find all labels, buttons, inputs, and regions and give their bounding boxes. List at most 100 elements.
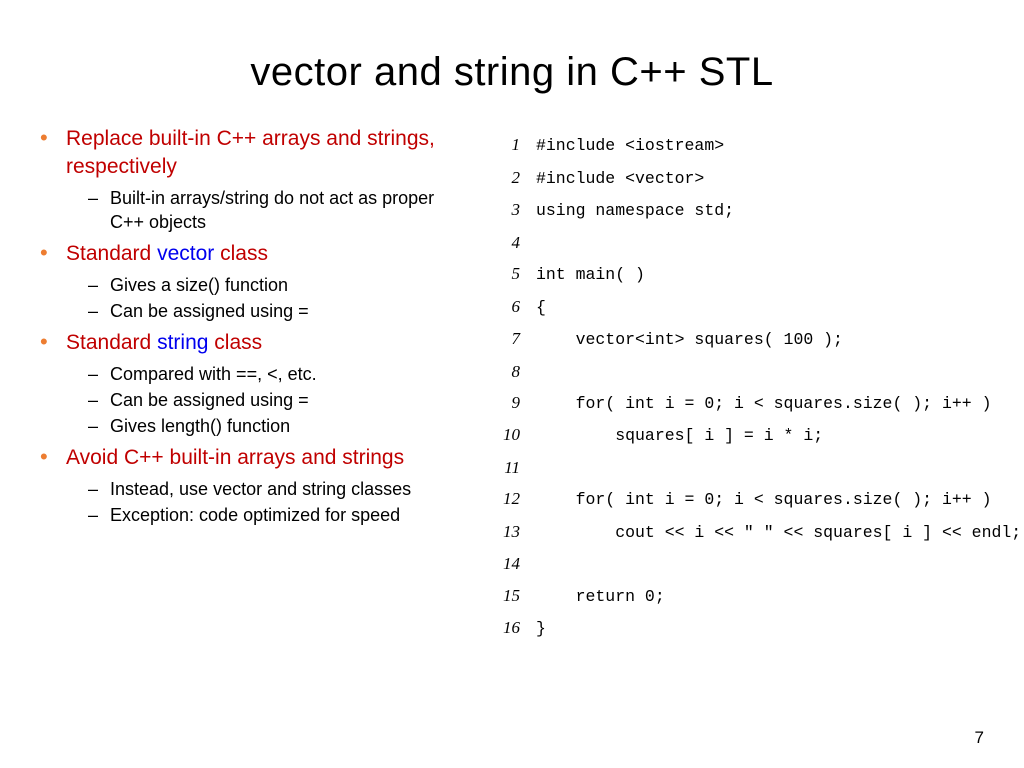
- code-line: 10 squares[ i ] = i * i;: [490, 419, 1021, 452]
- bullet-segment: Standard: [66, 242, 157, 265]
- line-number: 10: [490, 419, 520, 450]
- bullet-segment: string: [157, 331, 208, 354]
- code-text: vector<int> squares( 100 );: [536, 325, 843, 356]
- dash-marker-icon: –: [88, 388, 110, 412]
- code-text: for( int i = 0; i < squares.size( ); i++…: [536, 389, 991, 420]
- code-text: {: [536, 293, 546, 324]
- code-line: 15 return 0;: [490, 580, 1021, 613]
- sub-bullet-item: –Can be assigned using =: [88, 388, 470, 412]
- bullet-label: Avoid C++ built-in arrays and strings: [66, 444, 404, 472]
- bullet-item: •Avoid C++ built-in arrays and strings –I…: [40, 444, 470, 527]
- code-text: using namespace std;: [536, 196, 734, 227]
- line-number: 6: [490, 291, 520, 322]
- line-number: 3: [490, 194, 520, 225]
- line-number: 2: [490, 162, 520, 193]
- bullet-label: Standard vector class: [66, 240, 268, 268]
- bullet-item: •Standard vector class –Gives a size() fu…: [40, 240, 470, 323]
- code-line: 13 cout << i << " " << squares[ i ] << e…: [490, 516, 1021, 549]
- code-line: 1 #include <iostream>: [490, 129, 1021, 162]
- dash-marker-icon: –: [88, 414, 110, 438]
- bullet-list: •Replace built-in C++ arrays and strings…: [40, 125, 470, 527]
- sub-bullet-item: –Instead, use vector and string classes: [88, 477, 470, 501]
- sub-bullet-label: Compared with ==, <, etc.: [110, 362, 317, 386]
- code-line: 5int main( ): [490, 258, 1021, 291]
- line-number: 13: [490, 516, 520, 547]
- bullet-segment: Replace built-in C++ arrays and strings,…: [66, 127, 435, 178]
- bullet-label: Standard string class: [66, 329, 262, 357]
- line-number: 14: [490, 548, 520, 579]
- bullet-row: •Replace built-in C++ arrays and strings…: [40, 125, 470, 182]
- bullet-row: •Standard string class: [40, 329, 470, 357]
- code-line: 4: [490, 227, 1021, 258]
- sub-bullet-label: Instead, use vector and string classes: [110, 477, 411, 501]
- code-line: 2 #include <vector>: [490, 162, 1021, 195]
- line-number: 8: [490, 356, 520, 387]
- code-line: 3 using namespace std;: [490, 194, 1021, 227]
- code-line: 14: [490, 548, 1021, 579]
- code-column: 1 #include <iostream> 2 #include <vector> 3u…: [490, 125, 1021, 645]
- bullet-column: •Replace built-in C++ arrays and strings…: [40, 125, 470, 645]
- sub-bullet-list: –Gives a size() function–Can be assigned…: [88, 273, 470, 324]
- code-line: 7 vector<int> squares( 100 );: [490, 323, 1021, 356]
- sub-bullet-item: –Exception: code optimized for speed: [88, 503, 470, 527]
- code-text: cout << i << " " << squares[ i ] << endl…: [536, 518, 1021, 549]
- bullet-row: •Standard vector class: [40, 240, 470, 268]
- bullet-segment: vector: [157, 242, 214, 265]
- line-number: 9: [490, 387, 520, 418]
- line-number: 16: [490, 612, 520, 643]
- code-text: #include <vector>: [536, 164, 704, 195]
- bullet-segment: Avoid C++ built-in arrays and strings: [66, 446, 404, 469]
- line-number: 7: [490, 323, 520, 354]
- dash-marker-icon: –: [88, 477, 110, 501]
- code-text: for( int i = 0; i < squares.size( ); i++…: [536, 485, 991, 516]
- code-line: 8: [490, 356, 1021, 387]
- sub-bullet-label: Built-in arrays/string do not act as pro…: [110, 186, 470, 235]
- bullet-segment: class: [214, 242, 268, 265]
- sub-bullet-label: Can be assigned using =: [110, 299, 309, 323]
- sub-bullet-item: –Gives length() function: [88, 414, 470, 438]
- line-number: 4: [490, 227, 520, 258]
- bullet-label: Replace built-in C++ arrays and strings,…: [66, 125, 470, 182]
- dash-marker-icon: –: [88, 273, 110, 297]
- content-columns: •Replace built-in C++ arrays and strings…: [40, 125, 984, 645]
- line-number: 1: [490, 129, 520, 160]
- slide-title: vector and string in C++ STL: [40, 50, 984, 95]
- bullet-marker-icon: •: [40, 329, 66, 355]
- code-line: 11: [490, 452, 1021, 483]
- code-line: 12 for( int i = 0; i < squares.size( ); …: [490, 483, 1021, 516]
- line-number: 12: [490, 483, 520, 514]
- code-line: 9 for( int i = 0; i < squares.size( ); i…: [490, 387, 1021, 420]
- line-number: 15: [490, 580, 520, 611]
- dash-marker-icon: –: [88, 299, 110, 323]
- code-line: 6{: [490, 291, 1021, 324]
- slide: vector and string in C++ STL •Replace bu…: [0, 0, 1024, 645]
- dash-marker-icon: –: [88, 186, 110, 210]
- sub-bullet-item: –Gives a size() function: [88, 273, 470, 297]
- line-number: 5: [490, 258, 520, 289]
- sub-bullet-item: –Can be assigned using =: [88, 299, 470, 323]
- sub-bullet-list: –Instead, use vector and string classes–…: [88, 477, 470, 528]
- sub-bullet-item: –Compared with ==, <, etc.: [88, 362, 470, 386]
- code-text: }: [536, 614, 546, 645]
- bullet-marker-icon: •: [40, 444, 66, 470]
- code-text: #include <iostream>: [536, 131, 724, 162]
- bullet-item: •Standard string class–Compared with ==,…: [40, 329, 470, 438]
- line-number: 11: [490, 452, 520, 483]
- bullet-marker-icon: •: [40, 125, 66, 151]
- code-line: 16}: [490, 612, 1021, 645]
- bullet-segment: Standard: [66, 331, 157, 354]
- code-text: return 0;: [536, 582, 665, 613]
- page-number: 7: [975, 728, 984, 748]
- bullet-row: •Avoid C++ built-in arrays and strings: [40, 444, 470, 472]
- sub-bullet-label: Exception: code optimized for speed: [110, 503, 400, 527]
- sub-bullet-list: –Compared with ==, <, etc.–Can be assign…: [88, 362, 470, 439]
- bullet-segment: class: [208, 331, 262, 354]
- code-block: 1 #include <iostream> 2 #include <vector> 3u…: [490, 129, 1021, 645]
- sub-bullet-label: Gives length() function: [110, 414, 290, 438]
- code-text: squares[ i ] = i * i;: [536, 421, 823, 452]
- dash-marker-icon: –: [88, 362, 110, 386]
- sub-bullet-label: Gives a size() function: [110, 273, 288, 297]
- sub-bullet-item: –Built-in arrays/string do not act as pr…: [88, 186, 470, 235]
- sub-bullet-label: Can be assigned using =: [110, 388, 309, 412]
- bullet-item: •Replace built-in C++ arrays and strings…: [40, 125, 470, 234]
